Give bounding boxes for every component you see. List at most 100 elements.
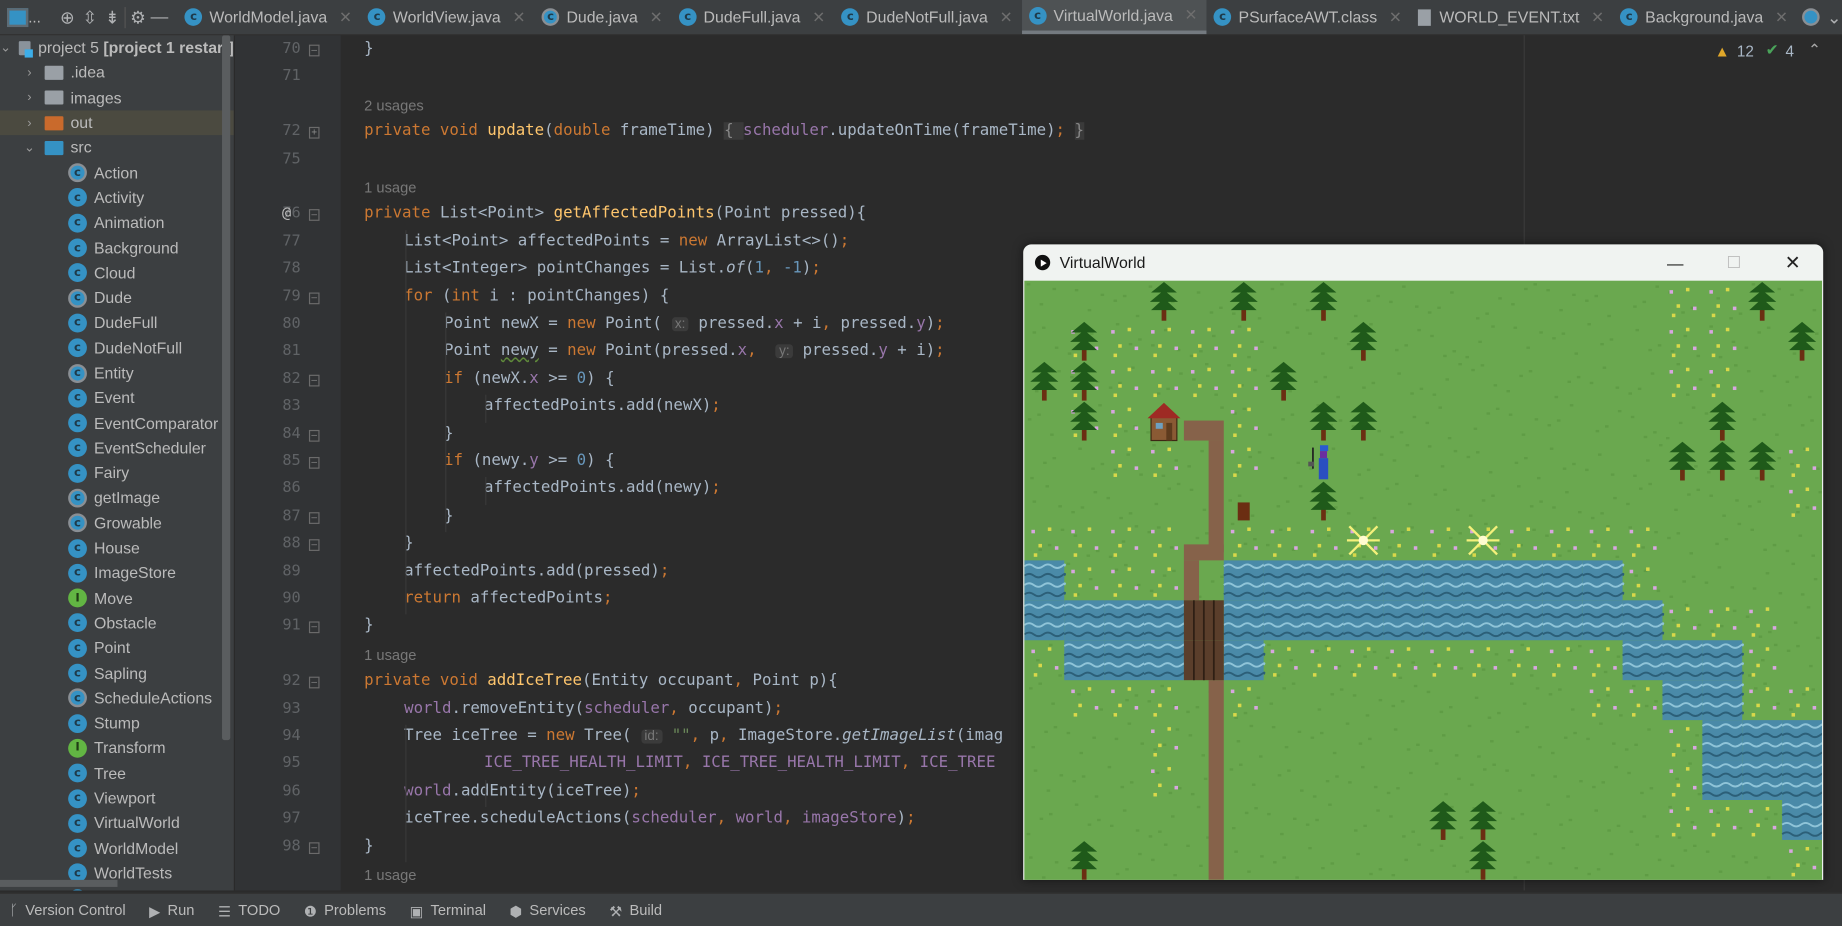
close-tab-icon[interactable]: ✕ — [1775, 8, 1788, 27]
fold-icon[interactable]: – — [308, 292, 320, 304]
usages-hint[interactable]: 1 usage — [364, 867, 416, 883]
code-line[interactable]: List<Point> affectedPoints = new ArrayLi… — [404, 232, 849, 250]
tree-file-eventscheduler[interactable]: c EventScheduler — [0, 436, 234, 461]
fold-icon[interactable]: – — [308, 456, 320, 469]
code-line[interactable]: if (newX.x >= 0) { — [444, 370, 614, 388]
tree-file-scheduleactions[interactable]: c ScheduleActions — [0, 686, 234, 711]
tree-file-transform[interactable]: I Transform — [0, 736, 234, 761]
code-line[interactable]: iceTree.scheduleActions(scheduler, world… — [404, 810, 915, 828]
toolwindow-todo[interactable]: ☰ TODO — [218, 902, 280, 919]
tab-virtualworld-java[interactable]: c VirtualWorld.java ✕ — [1021, 0, 1207, 35]
fold-icon[interactable]: – — [308, 539, 320, 552]
tree-folder-src[interactable]: ⌄ src — [0, 135, 234, 160]
window-title-bar[interactable]: VirtualWorld — ☐ ✕ — [1023, 244, 1823, 280]
code-line[interactable]: private List<Point> getAffectedPoints(Po… — [364, 205, 866, 223]
usages-hint[interactable]: 2 usages — [364, 97, 424, 113]
tree-file-dudenotfull[interactable]: c DudeNotFull — [0, 335, 234, 360]
toolwindow-services[interactable]: ⬢ Services — [510, 902, 586, 919]
hide-icon[interactable]: — — [151, 4, 169, 30]
maximize-button[interactable]: ☐ — [1706, 244, 1762, 280]
world-map[interactable] — [1024, 280, 1823, 880]
code-line[interactable]: private void addIceTree(Entity occupant,… — [364, 672, 838, 690]
expand-fold-icon[interactable]: + — [308, 127, 320, 139]
tree-file-eventcomparator[interactable]: c EventComparator — [0, 411, 234, 436]
tree-file-house[interactable]: c House — [0, 536, 234, 561]
tree-file-move[interactable]: I Move — [0, 586, 234, 611]
code-line[interactable]: private void update(double frameTime) { … — [364, 122, 1084, 141]
chevron-right-icon[interactable]: › — [21, 91, 37, 105]
usages-hint[interactable]: 1 usage — [364, 647, 416, 663]
fold-icon[interactable]: – — [308, 676, 320, 689]
tab-dude-java[interactable]: c Dude.java ✕ — [535, 0, 672, 34]
tab-worldmodel-java[interactable]: c WorldModel.java ✕ — [178, 0, 361, 34]
tab-world-event-txt[interactable]: WORLD_EVENT.txt ✕ — [1411, 0, 1613, 34]
code-line[interactable]: affectedPoints.add(pressed); — [404, 562, 669, 580]
tree-folder-out[interactable]: › out — [0, 110, 234, 136]
code-line[interactable]: world.removeEntity(scheduler, occupant); — [404, 700, 783, 718]
close-tab-icon[interactable]: ✕ — [1000, 8, 1013, 27]
code-line[interactable]: for (int i : pointChanges) { — [404, 287, 669, 305]
tree-file-tree[interactable]: c Tree — [0, 761, 234, 786]
close-button[interactable]: ✕ — [1764, 244, 1820, 280]
tree-file-background[interactable]: c Background — [0, 235, 234, 260]
close-tab-icon[interactable]: ✕ — [339, 8, 352, 27]
close-tab-icon[interactable]: ✕ — [1389, 8, 1402, 27]
tree-file-growable[interactable]: c Growable — [0, 511, 234, 536]
tree-file-fairy[interactable]: c Fairy — [0, 461, 234, 486]
code-line[interactable]: if (newy.y >= 0) { — [444, 452, 614, 470]
tree-folder-idea[interactable]: › .idea — [0, 60, 234, 85]
fold-icon[interactable]: – — [308, 621, 320, 634]
tab-background-java[interactable]: c Background.java ✕ — [1613, 0, 1797, 34]
sidebar-horizontal-scrollbar[interactable] — [0, 879, 118, 887]
toolwindow-version-control[interactable]: ᚴ Version Control — [9, 902, 125, 918]
tree-file-virtualworld[interactable]: c VirtualWorld — [0, 811, 234, 836]
expand-all-icon[interactable]: ⇳ — [82, 4, 98, 30]
tree-folder-images[interactable]: › images — [0, 85, 234, 110]
tree-root[interactable]: ⌄ project 5 [project 1 restart] — [0, 35, 234, 60]
tree-file-viewport[interactable]: c Viewport — [0, 786, 234, 811]
tree-file-animation[interactable]: c Animation — [0, 210, 234, 235]
code-line[interactable]: } — [364, 617, 373, 635]
code-line[interactable]: List<Integer> pointChanges = List.of(1, … — [404, 260, 821, 278]
tree-file-sapling[interactable]: c Sapling — [0, 661, 234, 686]
close-tab-icon[interactable]: ✕ — [650, 8, 663, 27]
tree-file-cloud[interactable]: c Cloud — [0, 260, 234, 285]
tree-file-imagestore[interactable]: c ImageStore — [0, 561, 234, 586]
project-view-icon[interactable] — [7, 4, 29, 30]
close-tab-icon[interactable]: ✕ — [812, 8, 825, 27]
code-line[interactable]: return affectedPoints; — [404, 590, 612, 608]
close-tab-icon[interactable]: ✕ — [1591, 8, 1604, 27]
game-canvas[interactable] — [1024, 280, 1823, 880]
tree-file-stump[interactable]: c Stump — [0, 711, 234, 736]
fold-icon[interactable]: – — [308, 44, 320, 57]
sidebar-scrollbar[interactable] — [222, 35, 231, 741]
tree-file-dudefull[interactable]: c DudeFull — [0, 310, 234, 335]
fold-icon[interactable]: – — [308, 374, 320, 387]
project-view-label[interactable]: ... — [28, 8, 41, 26]
chevron-right-icon[interactable]: › — [21, 66, 37, 80]
tree-file-event[interactable]: c Event — [0, 385, 234, 410]
tree-file-entity[interactable]: c Entity — [0, 360, 234, 385]
minimize-button[interactable]: — — [1647, 244, 1703, 280]
tab-dudefull-java[interactable]: c DudeFull.java ✕ — [672, 0, 835, 34]
code-line[interactable]: world.addEntity(iceTree); — [404, 782, 641, 800]
fold-icon[interactable]: – — [308, 841, 320, 854]
tree-file-getimage[interactable]: c getImage — [0, 486, 234, 511]
inspection-widget[interactable]: ▲ 12 ✔ 4 ⌃ — [1715, 41, 1821, 60]
tree-file-dude[interactable]: c Dude — [0, 285, 234, 310]
chevron-down-icon[interactable]: ⌄ — [21, 140, 37, 155]
fold-icon[interactable]: – — [308, 209, 320, 222]
tree-file-action[interactable]: c Action — [0, 160, 234, 185]
fold-icon[interactable]: – — [308, 429, 320, 442]
close-tab-icon[interactable]: ✕ — [513, 8, 526, 27]
fold-icon[interactable]: – — [308, 511, 320, 524]
tree-file-obstacle[interactable]: c Obstacle — [0, 611, 234, 636]
code-line[interactable]: Point newX = new Point( x: pressed.x + i… — [444, 315, 945, 333]
tree-file-point[interactable]: c Point — [0, 636, 234, 661]
tree-file-worldmodel[interactable]: c WorldModel — [0, 836, 234, 861]
tab-psurfaceawt-class[interactable]: c PSurfaceAWT.class ✕ — [1207, 0, 1411, 34]
code-line[interactable]: affectedPoints.add(newX); — [484, 397, 721, 415]
code-line[interactable]: ICE_TREE_HEALTH_LIMIT, ICE_TREE_HEALTH_L… — [484, 755, 995, 773]
usages-hint[interactable]: 1 usage — [364, 180, 416, 196]
tree-file-activity[interactable]: c Activity — [0, 185, 234, 210]
